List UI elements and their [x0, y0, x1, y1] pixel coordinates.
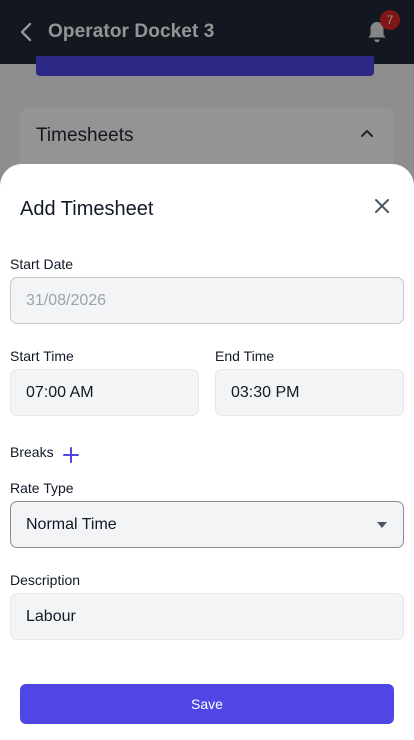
start-date-field[interactable]: 31/08/2026 [10, 277, 404, 324]
rate-type-select[interactable]: Normal Time [10, 501, 404, 548]
app-screen: Operator Docket 3 7 Timesheets Add Times… [0, 0, 414, 740]
start-time-field[interactable]: 07:00 AM [10, 369, 199, 416]
rate-type-label: Rate Type [10, 480, 74, 496]
description-label: Description [10, 572, 81, 588]
breaks-label: Breaks [10, 444, 54, 460]
caret-down-icon [377, 522, 387, 528]
start-time-label: Start Time [10, 348, 74, 364]
rate-type-value: Normal Time [26, 515, 117, 533]
close-icon [375, 199, 389, 213]
description-field[interactable]: Labour [10, 593, 404, 640]
end-time-label: End Time [215, 348, 275, 364]
sheet-title: Add Timesheet [20, 198, 154, 220]
end-time-field[interactable]: 03:30 PM [215, 369, 404, 416]
save-button[interactable]: Save [20, 684, 394, 724]
close-button[interactable] [370, 194, 394, 218]
add-break-button[interactable] [62, 446, 80, 464]
add-timesheet-sheet: Add Timesheet Start Date 31/08/2026 Star… [0, 164, 414, 740]
start-date-label: Start Date [10, 256, 74, 272]
